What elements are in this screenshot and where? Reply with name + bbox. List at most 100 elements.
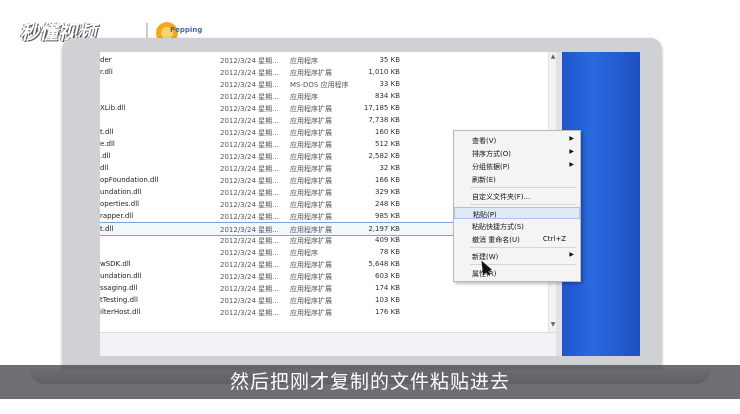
submenu-arrow-icon: ▶ [569,251,574,258]
menu-item-sort[interactable]: 排序方式(O) ▶ [454,147,580,159]
file-name: r.dll [100,68,113,76]
menu-item-paste-shortcut[interactable]: 粘贴快捷方式(S) [454,220,580,232]
file-date: 2012/3/24 星期... [220,69,279,77]
file-name: tTesting.dll [100,296,138,304]
file-date: 2012/3/24 星期... [220,261,279,269]
file-size: 103 KB [375,296,400,304]
scroll-down-icon[interactable]: ▼ [549,320,556,330]
menu-item-refresh[interactable]: 刷新(E) [454,173,580,185]
file-row[interactable]: 2012/3/24 星期... 应用程序扩展 7,738 KB [100,114,556,126]
file-size: 7,738 KB [368,116,400,124]
file-row[interactable]: 2012/3/24 星期... MS-DOS 应用程序 33 KB [100,78,556,90]
menu-label: 查看(V) [472,137,497,145]
file-name: undation.dll [100,188,142,196]
file-type: 应用程序 [290,249,318,257]
file-date: 2012/3/24 星期... [220,141,279,149]
file-date: 2012/3/24 星期... [220,93,279,101]
file-name: e.dll [100,140,115,148]
file-date: 2012/3/24 星期... [220,81,279,89]
file-type: 应用程序扩展 [290,165,332,173]
menu-item-group[interactable]: 分组依据(P) ▶ [454,160,580,172]
file-name: XLib.dll [100,104,126,112]
context-menu: 查看(V) ▶ 排序方式(O) ▶ 分组依据(P) ▶ 刷新(E) 自定义文件夹… [453,130,581,282]
menu-label: 排序方式(O) [472,150,511,158]
file-row[interactable]: tTesting.dll 2012/3/24 星期... 应用程序扩展 103 KB [100,294,556,306]
file-type: 应用程序扩展 [290,213,332,221]
file-type: 应用程序扩展 [290,297,332,305]
file-size: 174 KB [375,284,400,292]
file-size: 834 KB [375,92,400,100]
file-size: 17,185 KB [363,104,400,112]
submenu-arrow-icon: ▶ [569,161,574,168]
menu-item-new[interactable]: 新建(W) ▶ [454,250,580,262]
menu-item-customize-folder[interactable]: 自定义文件夹(F)... [454,190,580,202]
file-size: 512 KB [375,140,400,148]
file-size: 409 KB [375,236,400,244]
file-size: 2,582 KB [368,152,400,160]
submenu-arrow-icon: ▶ [569,135,574,142]
menu-item-paste[interactable]: 粘贴(P) [454,207,580,219]
explorer-status-bar [100,332,556,356]
file-date: 2012/3/24 星期... [220,153,279,161]
file-name: .dll [100,152,111,160]
file-type: 应用程序扩展 [290,117,332,125]
file-size: 160 KB [375,128,400,136]
file-name: dll [100,164,109,172]
watermark-partner: Pepping [170,26,203,34]
menu-label: 分组依据(P) [472,163,510,171]
file-row[interactable]: ssaging.dll 2012/3/24 星期... 应用程序扩展 174 KB [100,282,556,294]
file-name: rapper.dll [100,212,134,220]
scroll-up-icon[interactable]: ▲ [549,52,556,62]
file-type: 应用程序 [290,57,318,65]
file-date: 2012/3/24 星期... [220,177,279,185]
file-size: 248 KB [375,200,400,208]
file-date: 2012/3/24 星期... [220,249,279,257]
file-name: operties.dll [100,200,140,208]
file-date: 2012/3/24 星期... [220,201,279,209]
file-name: opFoundation.dll [100,176,159,184]
file-date: 2012/3/24 星期... [220,309,279,317]
file-size: 5,648 KB [368,260,400,268]
file-size: 33 KB [379,80,400,88]
subtitle-text: 然后把刚才复制的文件粘贴进去 [229,371,510,393]
file-type: 应用程序扩展 [290,153,332,161]
menu-label: 刷新(E) [472,176,496,184]
file-date: 2012/3/24 星期... [220,297,279,305]
file-type: 应用程序扩展 [290,69,332,77]
menu-separator [470,247,576,248]
file-date: 2012/3/24 星期... [220,165,279,173]
menu-item-undo-rename[interactable]: 撤消 重命名(U) Ctrl+Z [454,233,580,245]
file-date: 2012/3/24 星期... [220,57,279,65]
file-name: t.dll [100,225,114,233]
file-date: 2012/3/24 星期... [220,237,279,245]
file-type: 应用程序扩展 [290,129,332,137]
file-name: ssaging.dll [100,284,138,292]
submenu-arrow-icon: ▶ [569,148,574,155]
file-size: 32 KB [379,164,400,172]
menu-item-properties[interactable]: 属性(R) [454,267,580,279]
file-row[interactable]: r.dll 2012/3/24 星期... 应用程序扩展 1,010 KB [100,66,556,78]
file-date: 2012/3/24 星期... [220,105,279,113]
file-type: MS-DOS 应用程序 [290,81,349,89]
file-size: 2,197 KB [368,225,400,233]
file-row[interactable]: 2012/3/24 星期... 应用程序 834 KB [100,90,556,102]
file-type: 应用程序 [290,93,318,101]
file-size: 35 KB [379,56,400,64]
file-date: 2012/3/24 星期... [220,285,279,293]
menu-item-view[interactable]: 查看(V) ▶ [454,134,580,146]
file-date: 2012/3/24 星期... [220,213,279,221]
file-name: undation.dll [100,272,142,280]
file-size: 1,010 KB [368,68,400,76]
menu-label: 自定义文件夹(F)... [472,193,531,201]
subtitle-bar: 然后把刚才复制的文件粘贴进去 [0,365,740,399]
file-name: der [100,56,112,64]
file-date: 2012/3/24 星期... [220,273,279,281]
file-row[interactable]: XLib.dll 2012/3/24 星期... 应用程序扩展 17,185 KB [100,102,556,114]
file-name: ilterHost.dll [100,308,141,316]
file-type: 应用程序扩展 [290,261,332,269]
file-name: wSDK.dll [100,260,131,268]
file-row[interactable]: ilterHost.dll 2012/3/24 星期... 应用程序扩展 176 KB [100,306,556,318]
file-type: 应用程序扩展 [290,177,332,185]
menu-separator [470,187,576,188]
file-row[interactable]: der 2012/3/24 星期... 应用程序 35 KB [100,54,556,66]
